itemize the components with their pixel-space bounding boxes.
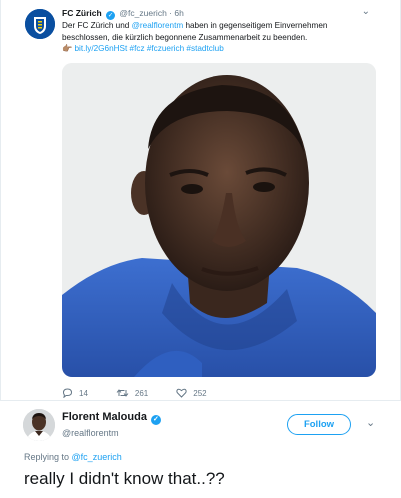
like-icon bbox=[176, 388, 187, 398]
reply-action[interactable]: 14 bbox=[62, 388, 88, 398]
quoted-author-name[interactable]: FC Zürich bbox=[62, 8, 102, 18]
fc-zurich-avatar[interactable] bbox=[25, 9, 55, 39]
reply-tweet-text: really I didn't know that..?? bbox=[24, 469, 225, 488]
tweet-links[interactable]: bit.ly/2G6nHSt #fcz #fczuerich #stadtclu… bbox=[74, 44, 223, 53]
quoted-tweet-time[interactable]: 6h bbox=[174, 8, 183, 18]
replying-to: Replying to @fc_zuerich bbox=[24, 452, 122, 462]
quoted-author-handle[interactable]: @fc_zuerich bbox=[119, 8, 166, 18]
quoted-tweet[interactable]: FC Zürich ✓ @fc_zuerich · 6h ⌄ Der FC Zü… bbox=[0, 0, 401, 401]
retweet-count: 261 bbox=[134, 388, 149, 398]
reply-count: 14 bbox=[79, 388, 88, 398]
quoted-tweet-text: Der FC Zürich und @realflorentm haben in… bbox=[62, 20, 362, 55]
chevron-down-icon[interactable]: ⌄ bbox=[362, 6, 370, 17]
retweet-action[interactable]: 261 bbox=[116, 388, 148, 398]
text-before: Der FC Zürich und bbox=[62, 21, 132, 30]
verified-icon: ✓ bbox=[106, 11, 116, 20]
quoted-tweet-header: FC Zürich ✓ @fc_zuerich · 6h bbox=[62, 8, 184, 20]
pointer-emoji: 👉🏽 bbox=[62, 44, 73, 53]
like-count: 252 bbox=[193, 388, 207, 398]
club-logo-icon bbox=[25, 9, 55, 39]
retweet-icon bbox=[116, 389, 129, 397]
verified-icon: ✓ bbox=[150, 415, 161, 425]
separator-dot: · bbox=[169, 8, 173, 18]
replying-to-handle[interactable]: @fc_zuerich bbox=[72, 452, 122, 462]
mention-link[interactable]: @realflorentm bbox=[132, 21, 184, 30]
reply-icon bbox=[62, 388, 73, 398]
player-portrait-image bbox=[62, 63, 376, 377]
player-photo[interactable] bbox=[62, 63, 376, 377]
quoted-tweet-actions: 14 261 252 bbox=[62, 388, 235, 398]
reply-author-handle[interactable]: @realflorentm bbox=[62, 428, 119, 438]
like-action[interactable]: 252 bbox=[176, 388, 207, 398]
reply-author-name[interactable]: Florent Malouda bbox=[62, 411, 147, 423]
replying-to-label: Replying to bbox=[24, 452, 70, 462]
chevron-down-icon[interactable]: ⌄ bbox=[366, 416, 375, 429]
profile-photo bbox=[23, 409, 55, 441]
malouda-avatar[interactable] bbox=[23, 409, 55, 441]
follow-button[interactable]: Follow bbox=[287, 414, 351, 435]
reply-author[interactable]: Florent Malouda ✓ bbox=[62, 411, 163, 425]
